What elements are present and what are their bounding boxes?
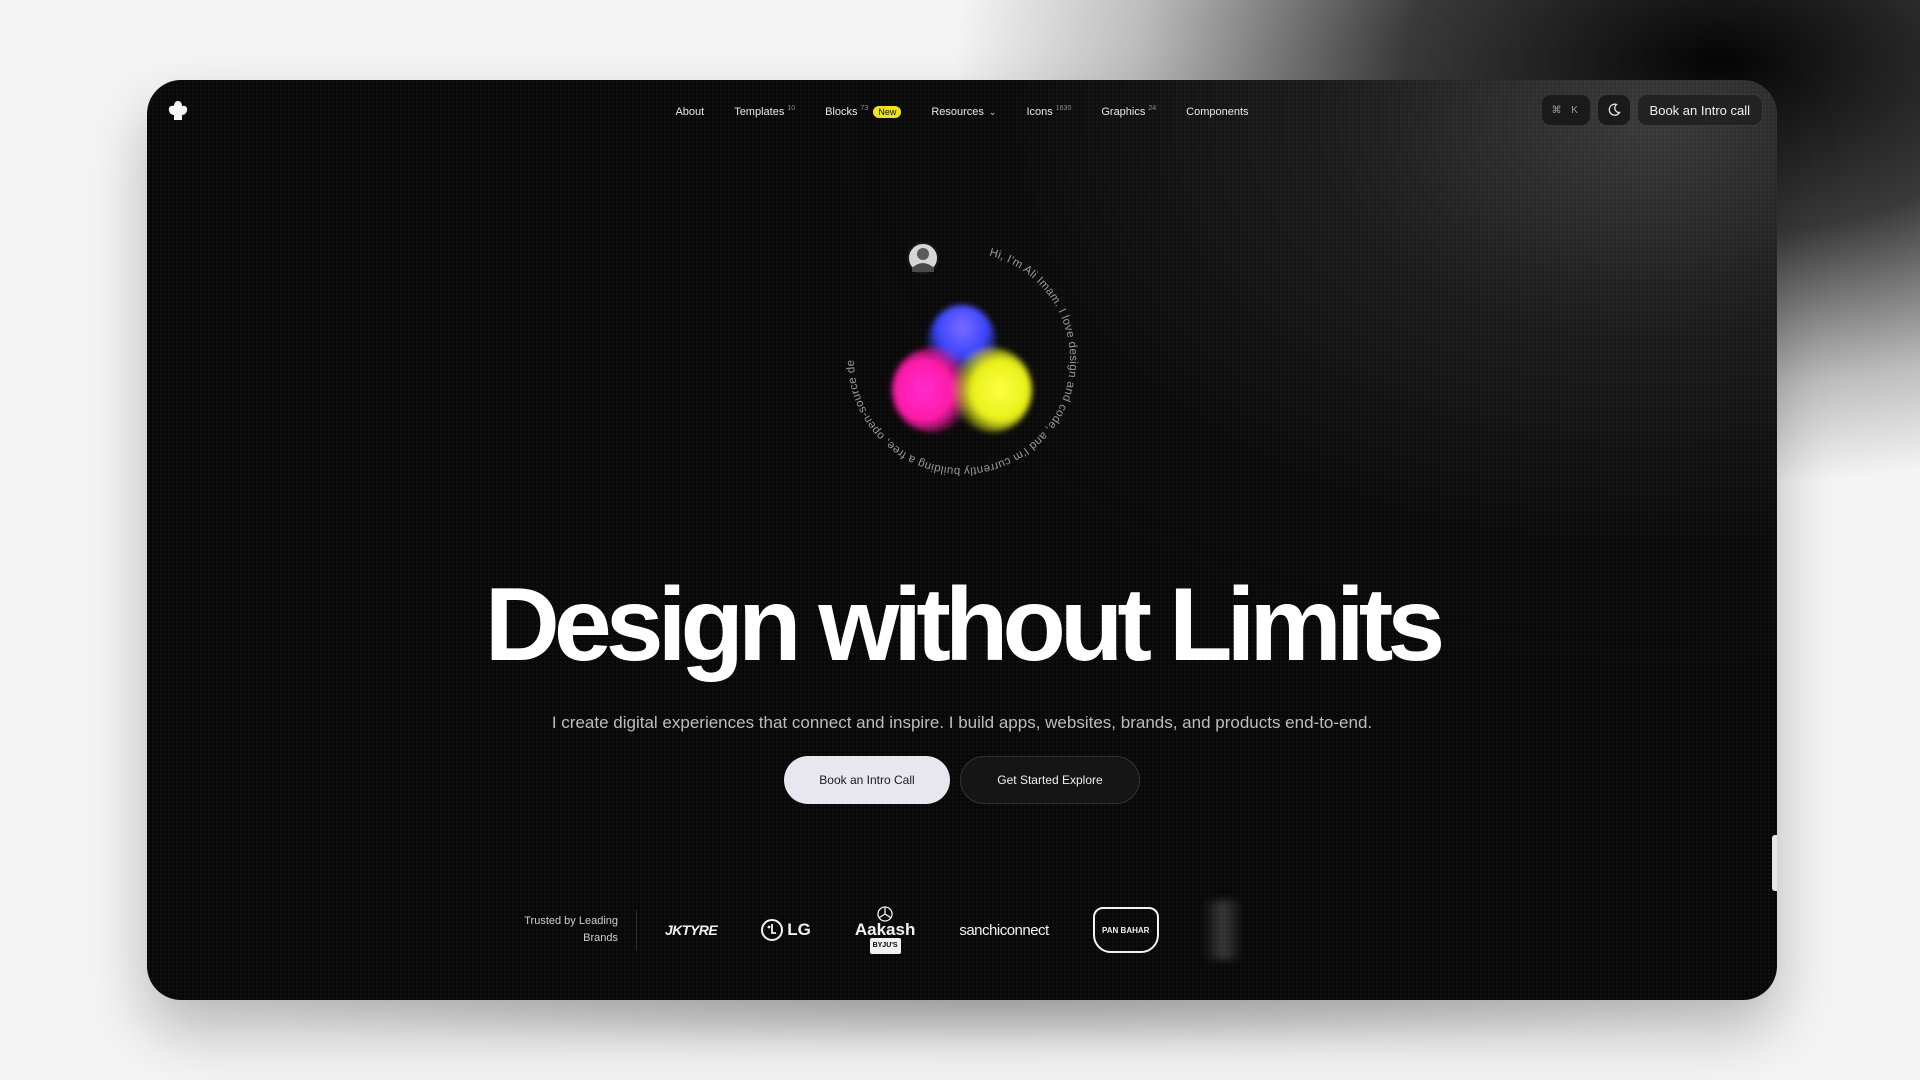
browser-window: About Templates 10 Blocks 73 New Resources ⌄… <box>147 80 1777 1000</box>
command-palette-button[interactable]: ⌘ K <box>1540 94 1591 126</box>
sanchiconnect-name: sanchiconnect <box>959 921 1049 939</box>
moon-icon <box>1608 103 1621 116</box>
k-key: K <box>1571 104 1578 116</box>
book-intro-call-primary-button[interactable]: Book an Intro Call <box>784 756 950 804</box>
nav-item-about[interactable]: About <box>660 102 719 122</box>
aakash-logo: Aakash BYJU'S <box>855 906 915 954</box>
book-intro-call-button[interactable]: Book an Intro call <box>1636 94 1763 126</box>
nav-item-blocks[interactable]: Blocks 73 New <box>810 102 916 122</box>
nav-item-templates[interactable]: Templates 10 <box>719 102 810 122</box>
avatar <box>907 242 939 274</box>
nav-item-resources[interactable]: Resources ⌄ <box>916 102 1011 122</box>
hero-title: Design without Limits <box>484 567 1445 683</box>
lg-logo: LG <box>761 919 811 941</box>
chevron-down-icon: ⌄ <box>988 106 997 117</box>
nav-count: 10 <box>787 104 796 112</box>
theme-toggle-button[interactable] <box>1596 94 1631 126</box>
sanchiconnect-logo: sanchiconnect <box>959 921 1049 939</box>
aakash-name: Aakash <box>854 920 916 939</box>
hero-buttons: Book an Intro Call Get Started Explore <box>147 756 1777 804</box>
trusted-label: Trusted by Leading Brands <box>507 910 637 950</box>
nav-label: Blocks <box>825 106 858 118</box>
pan-bahar-name: PAN BAHAR <box>1102 925 1150 935</box>
jktyre-logo: JKTYRE <box>665 922 718 938</box>
nav-item-graphics[interactable]: Graphics 24 <box>1086 102 1171 122</box>
brand-logos: JKTYRE LG Aakash BYJU'S sanchiconnect PA… <box>637 900 1243 960</box>
nav-count: 24 <box>1148 104 1157 112</box>
side-handle[interactable] <box>1772 835 1777 891</box>
pan-bahar-logo: PAN BAHAR <box>1092 907 1159 953</box>
trusted-label-line1: Trusted by Leading <box>524 915 618 927</box>
nav-count: 73 <box>860 104 869 112</box>
jktyre-name: JKTYRE <box>665 922 718 938</box>
nav-label: Graphics <box>1101 106 1146 118</box>
nav-label: About <box>675 106 705 118</box>
nav-label: Templates <box>734 106 785 118</box>
new-badge: New <box>873 106 902 118</box>
main-nav: About Templates 10 Blocks 73 New Resources ⌄… <box>147 102 1777 122</box>
trusted-brands: Trusted by Leading Brands JKTYRE LG Aaka… <box>507 900 1243 960</box>
nav-item-icons[interactable]: Icons 1630 <box>1011 102 1086 122</box>
header-controls: ⌘ K Book an Intro call <box>1540 94 1763 126</box>
trusted-label-line2: Brands <box>583 932 618 944</box>
faded-logo <box>1202 900 1243 960</box>
nav-label: Resources <box>931 106 984 118</box>
aakash-tagline: BYJU'S <box>869 938 901 954</box>
lg-emblem-icon <box>761 919 784 941</box>
nav-count: 1630 <box>1055 104 1072 112</box>
lg-name: LG <box>787 920 811 939</box>
command-key: ⌘ <box>1551 104 1562 116</box>
nav-label: Icons <box>1026 106 1053 118</box>
nav-item-components[interactable]: Components <box>1171 102 1263 122</box>
grain-overlay <box>147 80 1777 1000</box>
get-started-button[interactable]: Get Started Explore <box>960 756 1140 804</box>
hero-subtitle: I create digital experiences that connec… <box>551 713 1373 732</box>
nav-label: Components <box>1186 106 1249 118</box>
gradient-blob-logo <box>892 305 1032 432</box>
